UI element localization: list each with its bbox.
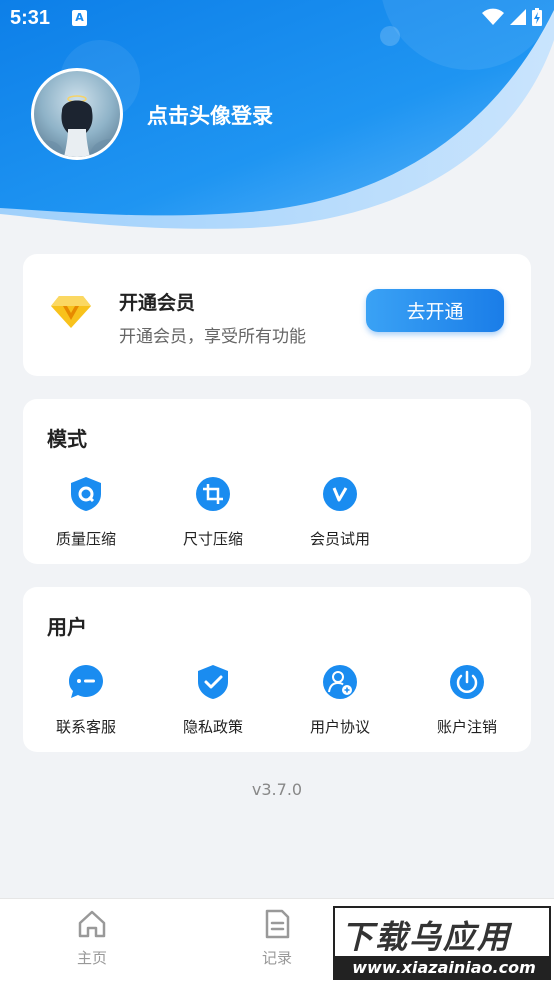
vip-diamond-icon xyxy=(51,296,91,328)
login-prompt[interactable]: 点击头像登录 xyxy=(147,100,273,130)
watermark-title: 下载乌应用 xyxy=(341,918,512,956)
home-icon xyxy=(78,910,106,938)
nav-item-records[interactable]: 记录 xyxy=(237,909,317,968)
user-item-label: 账户注销 xyxy=(436,718,497,736)
nav-label: 记录 xyxy=(261,949,292,967)
vip-subtitle: 开通会员，享受所有功能 xyxy=(119,327,306,347)
open-vip-button[interactable]: 去开通 xyxy=(366,289,504,332)
shield-q-icon xyxy=(71,477,101,511)
watermark-url: www.xiazainiao.com xyxy=(335,956,549,978)
user-card: 用户 联系客服 隐私政策 用户协议 账户注销 xyxy=(23,587,531,752)
mode-item-quality-compress[interactable]: 质量压缩 xyxy=(31,476,141,549)
avatar[interactable] xyxy=(31,68,123,160)
status-icons xyxy=(482,8,542,26)
document-icon xyxy=(265,909,290,939)
mode-section-title: 模式 xyxy=(47,427,87,451)
status-time: 5:31 xyxy=(10,7,51,29)
user-item-label: 隐私政策 xyxy=(182,718,243,736)
user-item-label: 联系客服 xyxy=(55,718,116,736)
power-icon xyxy=(450,665,484,699)
battery-icon xyxy=(532,8,542,26)
user-item-account-deletion[interactable]: 账户注销 xyxy=(412,664,522,737)
mode-card: 模式 质量压缩 尺寸压缩 会员试用 xyxy=(23,399,531,564)
signal-icon xyxy=(510,9,526,25)
user-item-user-agreement[interactable]: 用户协议 xyxy=(285,664,395,737)
user-item-contact-support[interactable]: 联系客服 xyxy=(31,664,141,737)
mode-item-size-compress[interactable]: 尺寸压缩 xyxy=(158,476,268,549)
vip-card: 开通会员 开通会员，享受所有功能 去开通 xyxy=(23,254,531,376)
mode-item-label: 质量压缩 xyxy=(55,530,116,548)
watermark: 下载乌应用 www.xiazainiao.com xyxy=(333,906,551,980)
vip-title: 开通会员 xyxy=(119,292,196,314)
chat-icon xyxy=(69,665,103,698)
app-version: v3.7.0 xyxy=(251,780,303,799)
shield-check-icon xyxy=(198,665,228,699)
wifi-icon xyxy=(482,8,504,25)
nav-item-home[interactable]: 主页 xyxy=(52,909,132,968)
avatar-image xyxy=(34,95,120,157)
user-item-label: 用户协议 xyxy=(309,718,370,736)
mode-item-vip-trial[interactable]: 会员试用 xyxy=(285,476,395,549)
mode-item-label: 会员试用 xyxy=(309,530,370,548)
status-bar: 5:31 A xyxy=(0,0,554,38)
user-section-title: 用户 xyxy=(47,615,87,639)
vip-v-icon xyxy=(323,477,357,511)
nav-label: 主页 xyxy=(76,949,107,967)
status-app-icon: A xyxy=(72,10,87,26)
crop-icon xyxy=(196,477,230,511)
mode-item-label: 尺寸压缩 xyxy=(182,530,243,548)
user-agreement-icon xyxy=(323,665,357,699)
user-item-privacy-policy[interactable]: 隐私政策 xyxy=(158,664,268,737)
